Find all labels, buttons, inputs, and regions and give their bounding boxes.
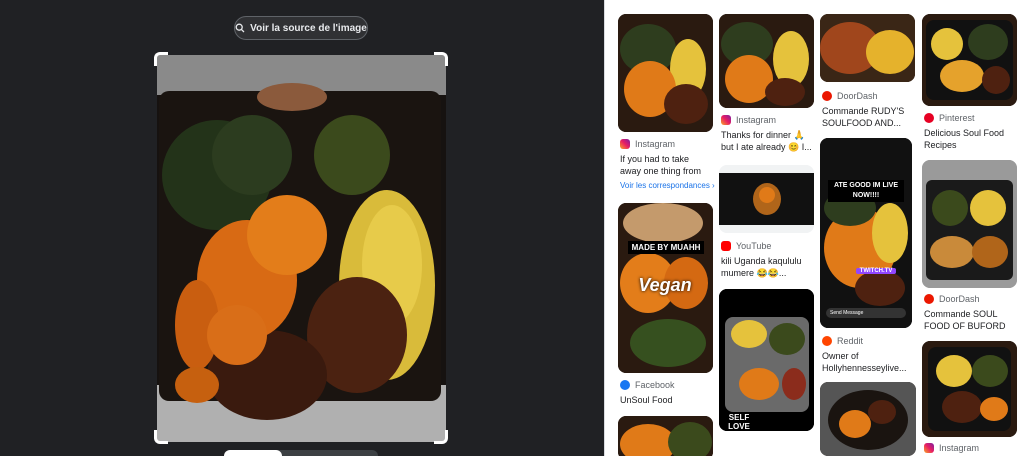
result-card[interactable]: Pinterest Delicious Soul Food Recipes xyxy=(922,14,1018,154)
food-thumbnail-image xyxy=(719,14,814,108)
result-title[interactable]: Owner of Hollyhennesseylive... xyxy=(822,350,914,374)
meal-container-thumbnail-image xyxy=(922,160,1017,288)
result-card[interactable]: YouTube kili Uganda kaqululu mumere 😂😂..… xyxy=(719,165,815,280)
result-title[interactable]: Delicious Soul Food Recipes xyxy=(924,127,1016,151)
result-source-name: Facebook xyxy=(635,380,675,390)
result-source: DoorDash xyxy=(924,294,980,304)
food-thumbnail-image xyxy=(618,14,713,132)
lens-icon xyxy=(235,23,245,33)
overlay-vegan: Vegan xyxy=(638,275,692,295)
result-thumbnail[interactable] xyxy=(719,165,814,233)
see-matches-label: Voir les correspondances xyxy=(620,181,710,190)
instagram-icon xyxy=(721,115,731,125)
doordash-icon xyxy=(924,294,934,304)
meal-prep-thumbnail-image xyxy=(719,289,814,431)
result-thumbnail[interactable] xyxy=(922,341,1017,437)
image-viewer-panel: Voir la source de l'image xyxy=(0,0,604,456)
result-card[interactable]: Instagram If you had to take away one th… xyxy=(618,14,716,194)
youtube-icon xyxy=(721,241,731,251)
result-thumbnail[interactable]: SELF LOVE xyxy=(719,289,814,431)
see-matches-link[interactable]: Voir les correspondances › xyxy=(620,181,716,190)
result-thumbnail[interactable] xyxy=(719,14,814,108)
result-card[interactable] xyxy=(820,382,916,456)
instagram-icon xyxy=(924,443,934,453)
result-title[interactable]: Commande SOUL FOOD OF BUFORD -... xyxy=(924,308,1016,332)
result-source-name: Reddit xyxy=(837,336,864,346)
result-thumbnail[interactable]: MADE BY MUAHH Vegan xyxy=(618,203,713,373)
reddit-icon xyxy=(822,336,832,346)
result-card[interactable]: DoorDash Commande RUDY'S SOULFOOD AND... xyxy=(820,14,916,129)
result-source-name: Instagram xyxy=(736,115,777,125)
panel-divider xyxy=(604,0,605,456)
result-source: Facebook xyxy=(620,380,675,390)
result-thumbnail[interactable] xyxy=(618,416,713,456)
mode-tabs xyxy=(224,450,378,456)
pinterest-icon xyxy=(924,113,934,123)
food-thumbnail-image xyxy=(820,382,916,456)
instagram-icon xyxy=(620,139,630,149)
mode-tab-active[interactable] xyxy=(224,450,282,456)
selected-image[interactable] xyxy=(157,55,446,442)
result-title[interactable]: If you had to take away one thing from t… xyxy=(620,153,712,177)
result-thumbnail[interactable] xyxy=(922,14,1017,106)
result-source: Instagram xyxy=(721,115,776,125)
result-title[interactable]: Commande RUDY'S SOULFOOD AND... xyxy=(822,105,914,129)
result-source-name: Instagram xyxy=(939,443,980,453)
food-thumbnail-image xyxy=(820,14,915,82)
result-title[interactable]: Thanks for dinner 🙏 but I ate already 😊 … xyxy=(721,129,813,153)
result-source: Pinterest xyxy=(924,113,975,123)
result-thumbnail[interactable] xyxy=(922,160,1017,288)
result-source-name: Pinterest xyxy=(939,113,975,123)
doordash-icon xyxy=(822,91,832,101)
result-card[interactable]: Instagram Thanks for dinner 🙏 but I ate … xyxy=(719,14,815,159)
result-title[interactable]: kili Uganda kaqululu mumere 😂😂... xyxy=(721,255,813,279)
result-card[interactable]: Instagram xyxy=(922,341,1018,456)
result-source: Reddit xyxy=(822,336,863,346)
result-card[interactable]: DoorDash Commande SOUL FOOD OF BUFORD -.… xyxy=(922,160,1018,332)
soul-food-plate-image xyxy=(157,55,446,442)
result-source: YouTube xyxy=(721,241,771,251)
food-thumbnail-image xyxy=(922,341,1017,437)
food-thumbnail-image xyxy=(922,14,1017,106)
overlay-message: Send Message xyxy=(830,310,864,316)
result-card[interactable]: MADE BY MUAHH Vegan Facebook UnSoul Food xyxy=(618,203,714,413)
result-title[interactable]: UnSoul Food xyxy=(620,394,712,406)
result-card[interactable]: SELF LOVE xyxy=(719,289,815,456)
view-image-source-label: Voir la source de l'image xyxy=(250,22,367,34)
crop-handle-top-right[interactable] xyxy=(434,52,448,66)
result-source-name: DoorDash xyxy=(837,91,878,101)
result-source: Instagram xyxy=(924,443,979,453)
result-thumbnail[interactable] xyxy=(618,14,713,132)
overlay-caption: SELF LOVE xyxy=(728,413,750,431)
result-thumbnail[interactable] xyxy=(820,14,915,82)
result-card[interactable]: ATE GOOD IM LIVE NOW!!!! TWITCH.TV Send … xyxy=(820,138,916,374)
video-thumbnail-image xyxy=(719,165,814,233)
crop-handle-bottom-right[interactable] xyxy=(434,430,448,444)
result-source-name: YouTube xyxy=(736,241,772,251)
result-source: Instagram xyxy=(620,139,675,149)
facebook-icon xyxy=(620,380,630,390)
crop-handle-bottom-left[interactable] xyxy=(154,430,168,444)
result-thumbnail[interactable] xyxy=(820,382,916,456)
result-source-name: Instagram xyxy=(635,139,676,149)
overlay-caption: ATE GOOD IM LIVE NOW!!!! xyxy=(828,180,904,202)
result-card[interactable] xyxy=(618,416,714,456)
result-source: DoorDash xyxy=(822,91,878,101)
result-source-name: DoorDash xyxy=(939,294,980,304)
overlay-caption: MADE BY MUAHH xyxy=(628,241,704,254)
crop-handle-top-left[interactable] xyxy=(154,52,168,66)
overlay-tag: TWITCH.TV xyxy=(856,268,896,274)
food-thumbnail-image xyxy=(618,416,713,456)
view-image-source-button[interactable]: Voir la source de l'image xyxy=(234,16,368,40)
live-stream-thumbnail-image xyxy=(820,138,912,328)
result-thumbnail[interactable]: ATE GOOD IM LIVE NOW!!!! TWITCH.TV Send … xyxy=(820,138,912,328)
